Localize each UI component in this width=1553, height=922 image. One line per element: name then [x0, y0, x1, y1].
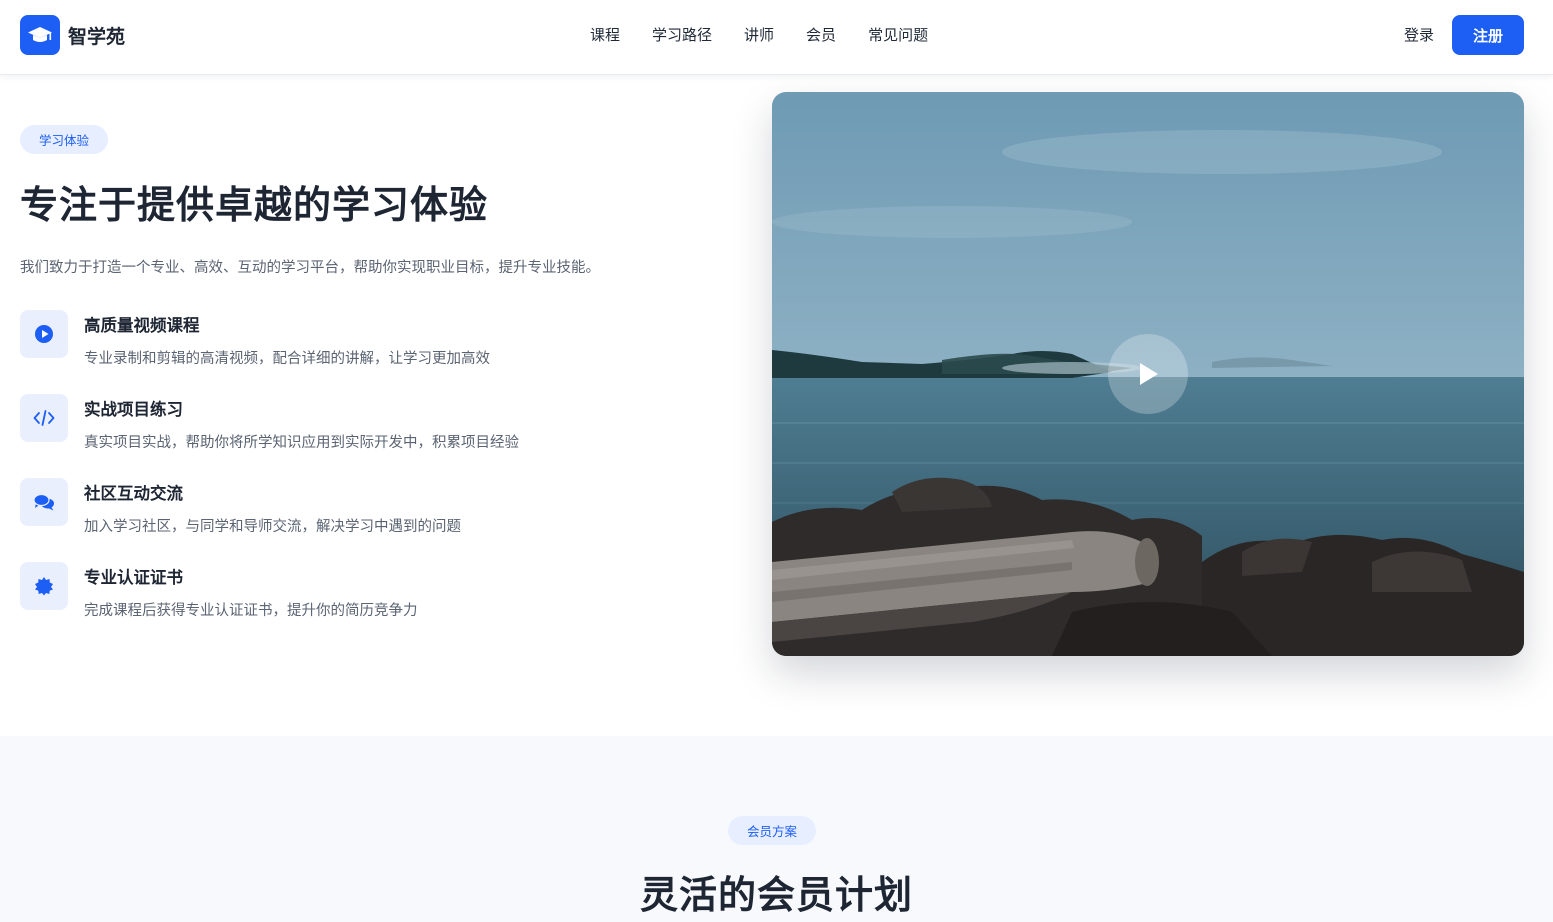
feature-description: 加入学习社区，与同学和导师交流，解决学习中遇到的问题: [84, 519, 461, 535]
main-nav: 课程 学习路径 讲师 会员 常见问题: [590, 24, 960, 46]
feature-title: 实战项目练习: [84, 400, 183, 419]
feature-item: 实战项目练习 真实项目实战，帮助你将所学知识应用到实际开发中，积累项目经验: [20, 394, 720, 458]
login-link[interactable]: 登录: [1404, 24, 1434, 46]
play-icon: [1140, 363, 1158, 385]
register-button[interactable]: 注册: [1452, 15, 1524, 55]
nav-faq[interactable]: 常见问题: [868, 24, 928, 46]
video-play-button[interactable]: [1108, 334, 1188, 414]
nav-learning-paths[interactable]: 学习路径: [652, 24, 712, 46]
top-navbar: 智学苑 课程 学习路径 讲师 会员 常见问题 登录 注册: [0, 0, 1553, 75]
brand-name: 智学苑: [68, 25, 126, 48]
section-badge: 会员方案: [728, 816, 816, 845]
membership-title: 灵活的会员计划: [639, 873, 913, 917]
feature-description: 完成课程后获得专业认证证书，提升你的简历竞争力: [84, 603, 418, 619]
section-badge: 学习体验: [20, 125, 108, 154]
code-icon: [20, 394, 68, 442]
hero-title: 专注于提供卓越的学习体验: [20, 183, 489, 227]
hero-description: 我们致力于打造一个专业、高效、互动的学习平台，帮助你实现职业目标，提升专业技能。: [20, 260, 600, 276]
feature-item: 社区互动交流 加入学习社区，与同学和导师交流，解决学习中遇到的问题: [20, 478, 720, 542]
membership-section: 会员方案 灵活的会员计划: [0, 736, 1553, 922]
feature-title: 高质量视频课程: [84, 316, 200, 335]
graduation-cap-icon: [20, 15, 60, 55]
nav-membership[interactable]: 会员: [806, 24, 836, 46]
chat-bubbles-icon: [20, 478, 68, 526]
feature-item: 高质量视频课程 专业录制和剪辑的高清视频，配合详细的讲解，让学习更加高效: [20, 310, 720, 374]
nav-courses[interactable]: 课程: [590, 24, 620, 46]
feature-title: 社区互动交流: [84, 484, 183, 503]
play-circle-icon: [20, 310, 68, 358]
feature-item: 专业认证证书 完成课程后获得专业认证证书，提升你的简历竞争力: [20, 562, 720, 626]
feature-title: 专业认证证书: [84, 568, 183, 587]
feature-description: 真实项目实战，帮助你将所学知识应用到实际开发中，积累项目经验: [84, 435, 519, 451]
certificate-badge-icon: [20, 562, 68, 610]
feature-description: 专业录制和剪辑的高清视频，配合详细的讲解，让学习更加高效: [84, 351, 490, 367]
intro-video[interactable]: [772, 92, 1524, 656]
brand-logo[interactable]: 智学苑: [20, 15, 125, 55]
nav-instructors[interactable]: 讲师: [744, 24, 774, 46]
